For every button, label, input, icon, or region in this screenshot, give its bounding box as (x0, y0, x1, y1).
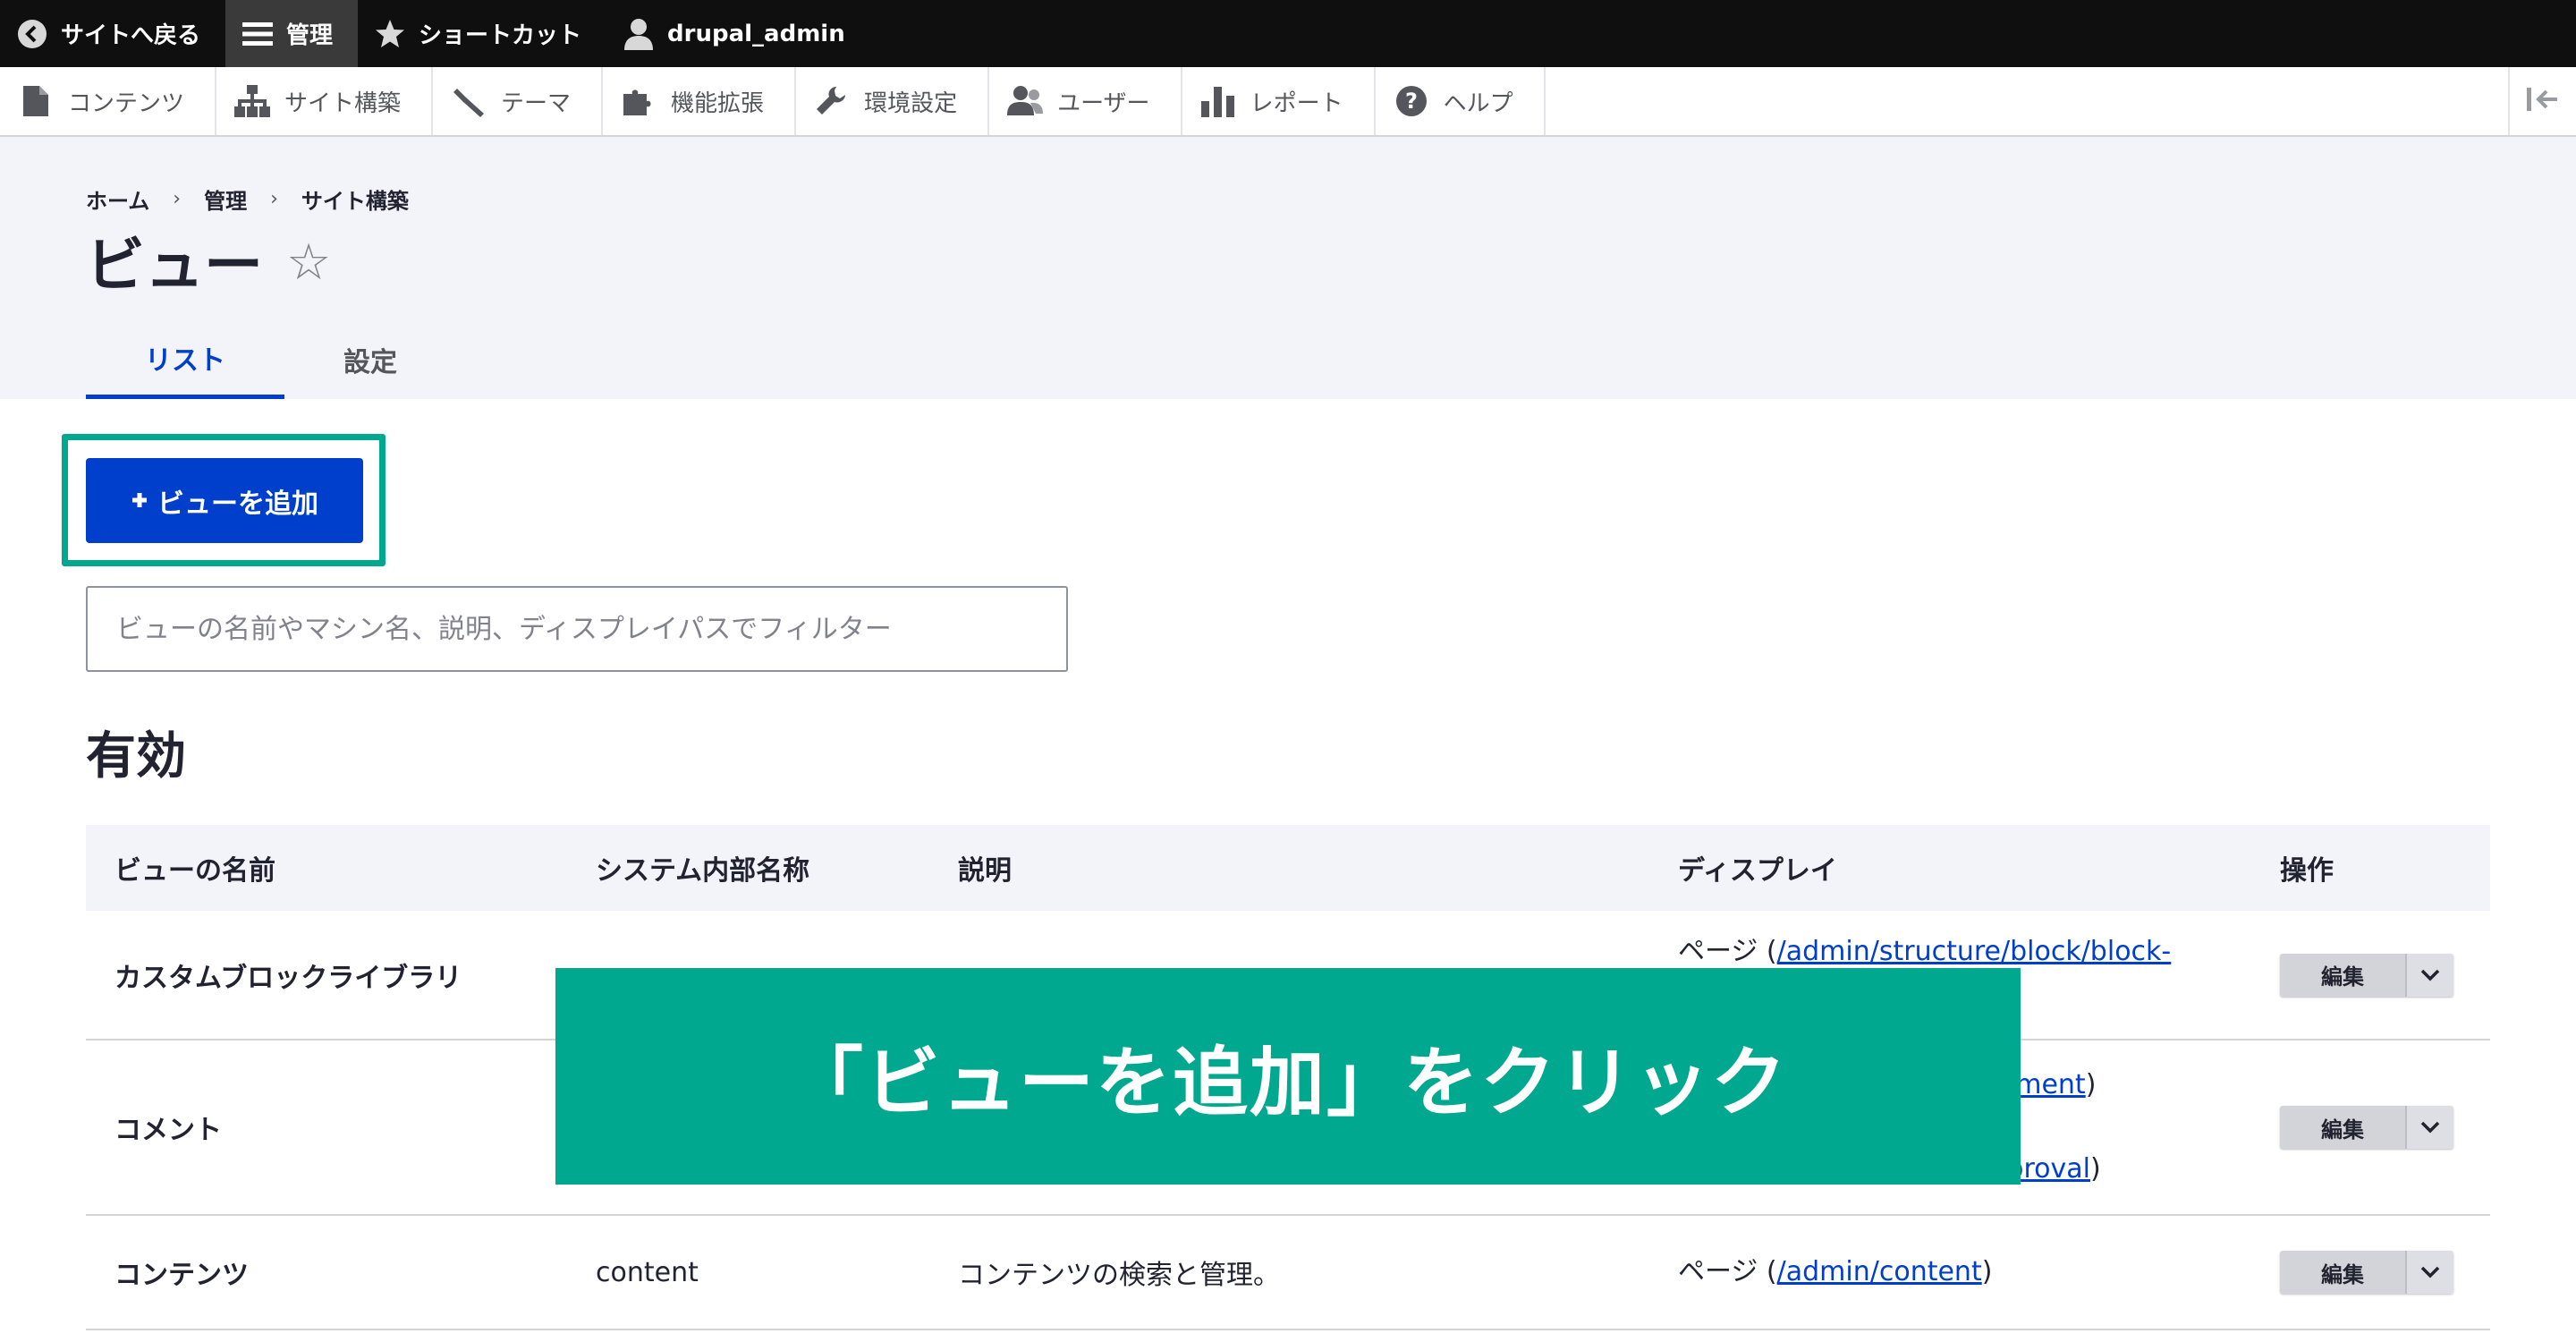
menu-item-label: テーマ (501, 89, 572, 117)
display-link[interactable]: /admin/structure/block/block- (1777, 936, 2172, 967)
bar-chart-icon (1200, 83, 1236, 119)
people-icon (1007, 83, 1044, 119)
dropbutton-toggle[interactable] (2407, 953, 2453, 997)
view-name: コメント (86, 1040, 567, 1216)
view-displays: ページ (/admin/content) (1649, 1215, 2251, 1330)
chevron-down-icon (2420, 1266, 2440, 1278)
display-link[interactable]: /admin/content (1777, 1256, 1982, 1287)
shortcuts-label: ショートカット (419, 22, 582, 49)
menu-item-label: ヘルプ (1443, 89, 1513, 117)
menu-item-label: 環境設定 (864, 89, 958, 117)
primary-tabs: リスト 設定 (86, 320, 456, 399)
display-suffix: ) (2089, 1153, 2101, 1185)
table-row: コンテンツ content コンテンツの検索と管理。 ページ (/admin/c… (86, 1215, 2490, 1330)
display-prefix: ページ ( (1678, 936, 1777, 967)
menu-item-label: コンテンツ (68, 89, 185, 117)
back-to-site-link[interactable]: サイトへ戻る (0, 0, 225, 67)
chevron-down-icon (2420, 1121, 2440, 1134)
plus-icon (131, 485, 148, 516)
edit-button[interactable]: 編集 (2280, 1251, 2407, 1294)
column-header-machine-name: システム内部名称 (567, 825, 929, 911)
operations-dropbutton: 編集 (2280, 1251, 2453, 1294)
breadcrumb-separator-icon: › (173, 188, 182, 210)
instruction-banner: 「ビューを追加」をクリック (555, 968, 2021, 1185)
column-header-description: 説明 (929, 825, 1649, 911)
collapse-arrow-icon (2527, 86, 2559, 116)
view-operations: 編集 (2251, 1040, 2490, 1216)
svg-text:?: ? (1405, 89, 1418, 114)
view-name: コンテンツ (86, 1215, 567, 1330)
column-header-name: ビューの名前 (86, 825, 567, 911)
breadcrumb-home[interactable]: ホーム (86, 183, 149, 215)
enabled-section-title: 有効 (86, 727, 186, 786)
user-label: drupal_admin (667, 20, 845, 47)
admin-menu-tray: コンテンツ サイト構築 テーマ 機能拡張 環境設定 ユーザー レポート ? ヘル… (0, 67, 2576, 137)
add-view-button[interactable]: ビューを追加 (86, 458, 363, 543)
menu-item-appearance[interactable]: テーマ (433, 67, 604, 135)
view-description: コンテンツの検索と管理。 (929, 1215, 1649, 1330)
star-outline-icon[interactable]: ☆ (286, 238, 331, 288)
paintbrush-icon (451, 83, 487, 119)
toolbar-bar: サイトへ戻る 管理 ショートカット drupal_admin (0, 0, 2576, 67)
tray-orientation-toggle[interactable] (2508, 67, 2576, 135)
operations-dropbutton: 編集 (2280, 953, 2453, 997)
menu-item-label: レポート (1250, 89, 1343, 117)
file-icon (18, 83, 54, 119)
breadcrumb-structure[interactable]: サイト構築 (301, 183, 409, 215)
display-prefix: ページ ( (1678, 1256, 1777, 1287)
user-icon (623, 18, 655, 50)
chevron-left-circle-icon (16, 18, 48, 50)
menu-item-label: サイト構築 (284, 89, 402, 117)
breadcrumb: ホーム › 管理 › サイト構築 (86, 183, 409, 215)
dropbutton-toggle[interactable] (2407, 1106, 2453, 1149)
wrench-icon (814, 83, 850, 119)
menu-item-help[interactable]: ? ヘルプ (1376, 67, 1546, 135)
hamburger-icon (242, 18, 274, 50)
menu-item-reports[interactable]: レポート (1182, 67, 1376, 135)
view-name: カスタムブロックライブラリ (86, 911, 567, 1040)
add-view-label: ビューを追加 (157, 488, 318, 520)
page-title-row: ビュー ☆ (86, 217, 331, 303)
page-title: ビュー (86, 231, 263, 300)
menu-item-content[interactable]: コンテンツ (0, 67, 217, 135)
star-icon (374, 18, 406, 50)
menu-item-extend[interactable]: 機能拡張 (603, 67, 797, 135)
menu-item-structure[interactable]: サイト構築 (216, 67, 434, 135)
display-suffix: ) (2085, 1069, 2097, 1100)
breadcrumb-separator-icon: › (270, 188, 278, 210)
display-suffix: ) (1981, 1256, 1993, 1287)
column-header-displays: ディスプレイ (1649, 825, 2251, 911)
menu-item-people[interactable]: ユーザー (989, 67, 1182, 135)
page-header: ホーム › 管理 › サイト構築 ビュー ☆ リスト 設定 (0, 137, 2576, 399)
edit-button[interactable]: 編集 (2280, 953, 2407, 997)
tab-settings[interactable]: 設定 (284, 320, 456, 399)
back-to-site-label: サイトへ戻る (61, 22, 201, 49)
dropbutton-toggle[interactable] (2407, 1251, 2453, 1294)
breadcrumb-admin[interactable]: 管理 (204, 183, 247, 215)
menu-item-label: 機能拡張 (671, 89, 765, 117)
shortcuts-toolbar-tab[interactable]: ショートカット (358, 0, 606, 67)
puzzle-icon (621, 83, 657, 119)
manage-label: 管理 (286, 22, 334, 49)
help-icon: ? (1394, 83, 1429, 119)
chevron-down-icon (2420, 969, 2440, 981)
view-machine-name: content (567, 1215, 929, 1330)
menu-item-label: ユーザー (1057, 89, 1150, 117)
user-toolbar-tab[interactable]: drupal_admin (606, 0, 870, 67)
table-header-row: ビューの名前 システム内部名称 説明 ディスプレイ 操作 (86, 825, 2490, 911)
views-filter-input[interactable] (86, 586, 1068, 672)
edit-button[interactable]: 編集 (2280, 1106, 2407, 1149)
view-operations: 編集 (2251, 1215, 2490, 1330)
operations-dropbutton: 編集 (2280, 1106, 2453, 1149)
view-operations: 編集 (2251, 911, 2490, 1040)
sitemap-icon (234, 83, 271, 119)
tab-list[interactable]: リスト (86, 320, 284, 399)
manage-toolbar-tab[interactable]: 管理 (225, 0, 359, 67)
column-header-operations: 操作 (2251, 825, 2490, 911)
menu-item-configuration[interactable]: 環境設定 (796, 67, 990, 135)
